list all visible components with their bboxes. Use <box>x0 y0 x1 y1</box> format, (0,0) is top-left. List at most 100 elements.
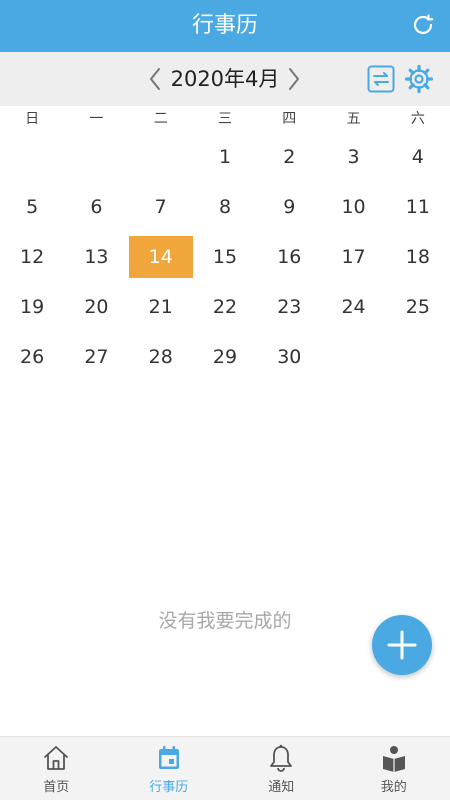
calendar-day-number: 17 <box>341 246 366 268</box>
calendar-day-number: 30 <box>277 346 302 368</box>
calendar-day[interactable]: 5 <box>0 182 64 232</box>
calendar-day-number: 18 <box>405 246 430 268</box>
page-title: 行事历 <box>191 13 258 38</box>
swap-icon <box>367 65 395 93</box>
weekday-label: 五 <box>346 111 361 127</box>
calendar-day-number: 29 <box>212 346 238 368</box>
calendar-day-number: 11 <box>405 196 430 218</box>
calendar-day[interactable]: 18 <box>386 232 450 282</box>
calendar-day[interactable]: 26 <box>0 332 64 382</box>
calendar-day[interactable]: 20 <box>64 282 128 332</box>
nav-item-label: 通知 <box>268 780 295 795</box>
bell-icon <box>266 743 296 773</box>
calendar-day-number: 5 <box>26 196 39 218</box>
calendar-day-number: 22 <box>212 296 238 318</box>
calendar-day-number: 15 <box>212 246 238 268</box>
calendar-day[interactable]: 25 <box>386 282 450 332</box>
calendar-day[interactable]: 16 <box>257 232 321 282</box>
calendar-day[interactable]: 19 <box>0 282 64 332</box>
switch-view-button[interactable] <box>367 65 395 93</box>
nav-item-label: 我的 <box>380 780 407 795</box>
calendar-day-number: 7 <box>154 196 167 218</box>
calendar-day-number: 8 <box>218 196 232 218</box>
refresh-button[interactable] <box>406 8 440 42</box>
calendar-day[interactable]: 10 <box>321 182 385 232</box>
calendar-day-number: 23 <box>277 296 302 318</box>
month-label: 2020年4月 <box>170 67 280 91</box>
calendar-day-number: 14 <box>128 236 193 278</box>
calendar-day-number: 20 <box>84 296 109 318</box>
calendar-day[interactable]: 15 <box>193 232 257 282</box>
calendar-day[interactable]: 11 <box>386 182 450 232</box>
calendar-day[interactable]: 28 <box>129 332 193 382</box>
chevron-left-icon <box>150 68 160 90</box>
calendar-day-number: 16 <box>277 246 302 268</box>
calendar-day-number: 10 <box>341 196 366 218</box>
calendar-day-number: 6 <box>90 196 103 218</box>
calendar-day-number: 26 <box>20 346 45 368</box>
calendar-day-number: 25 <box>405 296 430 318</box>
nav-item-profile[interactable]: 我的 <box>338 737 450 800</box>
calendar-day[interactable]: 29 <box>193 332 257 382</box>
calendar-day-number: 4 <box>411 146 424 168</box>
weekday-label: 四 <box>282 111 297 127</box>
calendar-day[interactable]: 6 <box>64 182 128 232</box>
calendar-day[interactable]: 13 <box>64 232 128 282</box>
plus-icon <box>387 630 417 660</box>
weekday-label: 六 <box>410 111 425 127</box>
calendar-day[interactable]: 22 <box>193 282 257 332</box>
calendar-day[interactable]: 8 <box>193 182 257 232</box>
calendar-day[interactable]: 21 <box>129 282 193 332</box>
calendar-blank-cell <box>64 132 128 182</box>
app-header: 行事历 <box>0 0 450 52</box>
bottom-navigation: 首页 行事历 通知 我的 <box>0 736 450 800</box>
month-navigation: 2020年4月 <box>0 52 450 106</box>
next-month-button[interactable] <box>282 64 306 94</box>
calendar-icon <box>154 743 184 773</box>
calendar-day[interactable]: 9 <box>257 182 321 232</box>
nav-item-home[interactable]: 首页 <box>0 737 113 800</box>
add-event-button[interactable] <box>372 615 432 675</box>
calendar-day[interactable]: 1 <box>193 132 257 182</box>
calendar-day[interactable]: 2 <box>257 132 321 182</box>
calendar-day[interactable]: 24 <box>321 282 385 332</box>
calendar-day[interactable]: 12 <box>0 232 64 282</box>
refresh-icon <box>413 14 434 34</box>
calendar-grid: 1 2 3 4 5 6 7 8 9 10 11 12 13 14 15 16 17 18 19 20 21 22 23 24 2… <box>0 132 450 382</box>
calendar-day-number: 28 <box>148 346 173 368</box>
home-icon <box>41 743 71 773</box>
nav-item-calendar[interactable]: 行事历 <box>113 737 226 800</box>
calendar-day-number: 19 <box>20 296 45 318</box>
calendar-day-number: 2 <box>283 146 296 168</box>
calendar-day-number: 1 <box>218 146 232 168</box>
prev-month-button[interactable] <box>143 64 167 94</box>
nav-item-notifications[interactable]: 通知 <box>225 737 338 800</box>
nav-item-label: 首页 <box>43 780 70 795</box>
calendar-day-number: 9 <box>283 196 296 218</box>
calendar-day[interactable]: 4 <box>386 132 450 182</box>
calendar-day[interactable]: 23 <box>257 282 321 332</box>
nav-item-label: 行事历 <box>149 780 189 795</box>
calendar-day-number: 24 <box>341 296 366 318</box>
calendar-day[interactable]: 3 <box>321 132 385 182</box>
calendar-blank-cell <box>129 132 193 182</box>
calendar-day[interactable]: 30 <box>257 332 321 382</box>
calendar-blank-cell <box>0 132 64 182</box>
weekday-label: 日 <box>25 111 40 127</box>
calendar-day[interactable]: 27 <box>64 332 128 382</box>
settings-button[interactable] <box>404 64 434 94</box>
app-root: 行事历 2020年4月 日 一 二 三 四 五 六 1 2 3 4 5 6 7 … <box>0 0 450 800</box>
chevron-right-icon <box>289 68 299 90</box>
weekday-label: 二 <box>153 111 168 127</box>
calendar-day-number: 12 <box>20 246 45 268</box>
calendar-day[interactable]: 17 <box>321 232 385 282</box>
calendar-day-number: 21 <box>148 296 173 318</box>
calendar-day-number: 13 <box>84 246 109 268</box>
calendar-day-selected[interactable]: 14 <box>128 232 193 282</box>
calendar-day[interactable]: 7 <box>129 182 193 232</box>
gear-icon <box>404 64 434 94</box>
reading-person-icon <box>379 743 409 773</box>
calendar-day-number: 3 <box>347 146 360 168</box>
weekday-label: 三 <box>217 111 232 127</box>
weekday-header: 日 一 二 三 四 五 六 <box>0 106 450 132</box>
